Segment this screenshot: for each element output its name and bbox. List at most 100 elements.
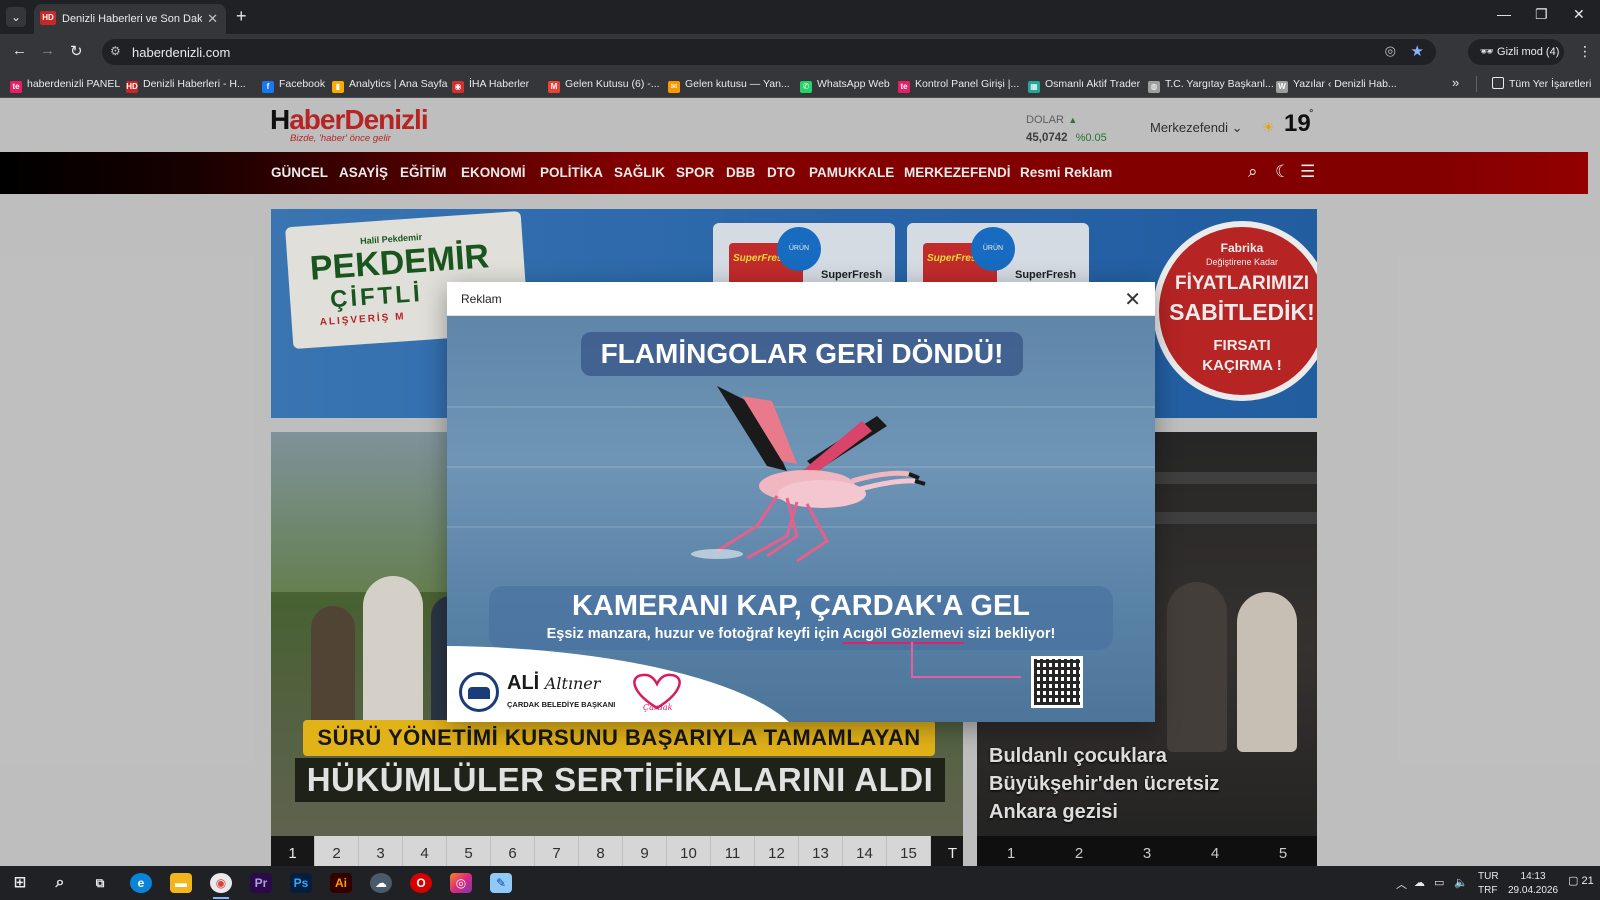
ad-modal: Reklam ✕ FLAMİNGOLAR GERİ DÖNDÜ! KAMERAN… bbox=[447, 282, 1155, 722]
notification-count: 21 bbox=[1581, 875, 1594, 887]
bookmarks-bar: te haberdenizli PANEL HD Denizli Haberleri … bbox=[0, 70, 1600, 98]
tab-title: Denizli Haberleri ve Son Dakika bbox=[62, 13, 202, 25]
site-info-icon[interactable]: ⚙ bbox=[110, 44, 121, 58]
bookmark-label: Yazılar ‹ Denizli Hab... bbox=[1293, 78, 1397, 90]
all-bookmarks-label: Tüm Yer İşaretleri bbox=[1509, 78, 1592, 90]
qr-code[interactable] bbox=[1031, 656, 1083, 708]
onedrive-icon[interactable]: ☁ bbox=[1414, 876, 1425, 889]
app-icon[interactable]: ☁ bbox=[370, 873, 392, 893]
incognito-button[interactable]: 🕶 Gizli mod (4) bbox=[1468, 39, 1564, 65]
windows-start-icon[interactable]: ⊞ bbox=[9, 873, 31, 893]
incognito-icon: 🕶 bbox=[1480, 46, 1494, 58]
bookmark-item[interactable]: ◍ T.C. Yargıtay Başkanl... bbox=[1148, 76, 1274, 93]
reload-icon[interactable]: ↻ bbox=[70, 42, 83, 60]
notepad-icon[interactable]: ✎ bbox=[490, 873, 512, 893]
notifications-icon[interactable]: ▢ 21 bbox=[1568, 874, 1594, 887]
incognito-label: Gizli mod (4) bbox=[1497, 46, 1560, 58]
tab-close-icon[interactable]: ✕ bbox=[207, 11, 218, 27]
chrome-icon[interactable]: ◉ bbox=[210, 873, 232, 893]
bookmark-item[interactable]: ▮ Analytics | Ana Sayfa bbox=[332, 76, 448, 93]
folder-icon bbox=[1492, 77, 1504, 89]
bookmark-favicon-icon: te bbox=[898, 81, 910, 93]
bookmark-item[interactable]: ◉ İHA Haberler bbox=[452, 76, 529, 93]
restore-icon[interactable]: ❐ bbox=[1535, 6, 1548, 23]
bookmark-label: T.C. Yargıtay Başkanl... bbox=[1165, 78, 1274, 90]
bookmark-label: haberdenizli PANEL bbox=[27, 78, 121, 90]
bookmark-item[interactable]: f Facebook bbox=[262, 76, 326, 93]
search-icon[interactable]: ⌕ bbox=[49, 873, 71, 893]
bookmarks-divider bbox=[1476, 76, 1477, 92]
bookmark-favicon-icon: M bbox=[548, 81, 560, 93]
bookmark-item[interactable]: ✆ WhatsApp Web bbox=[800, 76, 890, 93]
bookmark-label: Gelen Kutusu (6) -... bbox=[565, 78, 660, 90]
bookmark-item[interactable]: te Kontrol Panel Girişi |... bbox=[898, 76, 1019, 93]
tab-search-chevron-icon[interactable]: ⌄ bbox=[6, 7, 26, 27]
volume-icon[interactable]: 🔈 bbox=[1454, 876, 1468, 889]
cardak-heart-logo: Çardak bbox=[633, 673, 681, 712]
bookmark-label: Analytics | Ana Sayfa bbox=[349, 78, 448, 90]
bookmark-star-icon[interactable]: ★ bbox=[1411, 42, 1424, 60]
task-view-icon[interactable]: ⧉ bbox=[89, 873, 111, 893]
system-clock[interactable]: 14:13 29.04.2026 bbox=[1508, 870, 1558, 898]
photoshop-icon[interactable]: Ps bbox=[290, 873, 312, 893]
svg-text:Çardak: Çardak bbox=[643, 703, 673, 712]
bookmark-item[interactable]: W Yazılar ‹ Denizli Hab... bbox=[1276, 76, 1397, 93]
browser-tab-active[interactable]: HD Denizli Haberleri ve Son Dakika ✕ bbox=[34, 4, 226, 34]
premiere-pro-icon[interactable]: Pr bbox=[250, 873, 272, 893]
bookmark-label: Denizli Haberleri - H... bbox=[143, 78, 246, 90]
bookmark-favicon-icon: te bbox=[10, 81, 22, 93]
mayor-name: ALİ Altıner bbox=[507, 672, 601, 694]
new-tab-icon[interactable]: + bbox=[236, 6, 247, 27]
cardak-municipality-seal-icon bbox=[459, 672, 499, 712]
browser-tab-bar: ⌄ HD Denizli Haberleri ve Son Dakika ✕ +… bbox=[0, 0, 1600, 34]
cardak-flamingo-ad[interactable]: FLAMİNGOLAR GERİ DÖNDÜ! KAMERANI KAP, ÇA… bbox=[447, 316, 1155, 722]
ad-subtitle-part-2: sizi bekliyor! bbox=[963, 626, 1056, 642]
close-icon[interactable]: ✕ bbox=[1124, 287, 1141, 312]
bookmark-label: WhatsApp Web bbox=[817, 78, 890, 90]
bookmark-item[interactable]: M Gelen Kutusu (6) -... bbox=[548, 76, 660, 93]
ad-subtitle: Eşsiz manzara, huzur ve fotoğraf keyfi i… bbox=[489, 626, 1113, 644]
instagram-icon[interactable]: ◎ bbox=[450, 873, 472, 893]
bookmark-item[interactable]: ▦ Osmanlı Aktif Trader bbox=[1028, 76, 1141, 93]
browser-toolbar: ← → ↻ ⚙ haberdenizli.com ◎ ★ 🕶 Gizli mod… bbox=[0, 34, 1600, 70]
browser-menu-icon[interactable]: ⋮ bbox=[1578, 43, 1592, 60]
bookmark-favicon-icon: ◍ bbox=[1148, 81, 1160, 93]
bookmark-label: Gelen kutusu — Yan... bbox=[685, 78, 790, 90]
minimize-icon[interactable]: — bbox=[1497, 6, 1511, 22]
mayor-role: ÇARDAK BELEDİYE BAŞKANI bbox=[507, 700, 616, 709]
bookmark-favicon-icon: ◉ bbox=[452, 81, 464, 93]
network-icon[interactable]: ▭ bbox=[1434, 876, 1444, 889]
edge-browser-icon[interactable]: e bbox=[130, 873, 152, 893]
forward-arrow-icon[interactable]: → bbox=[40, 42, 55, 59]
opera-icon[interactable]: O bbox=[410, 873, 432, 893]
bookmark-favicon-icon: ✆ bbox=[800, 81, 812, 93]
bookmark-favicon-icon: HD bbox=[126, 81, 138, 93]
running-indicator bbox=[213, 897, 229, 899]
ad-subtitle-part-1: Eşsiz manzara, huzur ve fotoğraf keyfi i… bbox=[546, 626, 843, 642]
bookmark-favicon-icon: ▮ bbox=[332, 81, 344, 93]
bookmark-favicon-icon: f bbox=[262, 81, 274, 93]
file-explorer-icon[interactable]: ▬ bbox=[170, 873, 192, 893]
more-bookmarks-icon[interactable]: » bbox=[1452, 75, 1459, 90]
address-bar[interactable]: ⚙ haberdenizli.com ◎ ★ bbox=[102, 39, 1436, 65]
ad-pink-line bbox=[911, 676, 1021, 678]
tray-chevron-up-icon[interactable]: ︿ bbox=[1396, 876, 1407, 892]
tracking-off-eye-icon[interactable]: ◎ bbox=[1385, 43, 1396, 59]
window-close-icon[interactable]: ✕ bbox=[1573, 6, 1585, 23]
bookmark-item[interactable]: HD Denizli Haberleri - H... bbox=[126, 76, 246, 93]
bookmark-item[interactable]: ✉ Gelen kutusu — Yan... bbox=[668, 76, 790, 93]
bookmark-favicon-icon: ✉ bbox=[668, 81, 680, 93]
bookmark-item[interactable]: te haberdenizli PANEL bbox=[10, 76, 121, 93]
url-text: haberdenizli.com bbox=[132, 45, 231, 60]
ad-pink-line bbox=[911, 642, 913, 678]
all-bookmarks-folder[interactable]: Tüm Yer İşaretleri bbox=[1492, 76, 1591, 92]
bookmark-label: Facebook bbox=[279, 78, 326, 90]
illustrator-icon[interactable]: Ai bbox=[330, 873, 352, 893]
back-arrow-icon[interactable]: ← bbox=[12, 42, 27, 59]
ad-cta-headline: KAMERANI KAP, ÇARDAK'A GEL bbox=[571, 590, 1031, 622]
bookmark-label: Osmanlı Aktif Trader bbox=[1045, 78, 1141, 90]
input-language[interactable]: TUR TRF bbox=[1478, 870, 1499, 898]
bookmark-favicon-icon: W bbox=[1276, 81, 1288, 93]
tab-favicon: HD bbox=[40, 11, 56, 25]
windows-taskbar: ⊞ ⌕ ⧉ e ▬ ◉ Pr Ps Ai ☁ O ◎ ✎ ︿ ☁ ▭ 🔈 TUR… bbox=[0, 866, 1600, 900]
